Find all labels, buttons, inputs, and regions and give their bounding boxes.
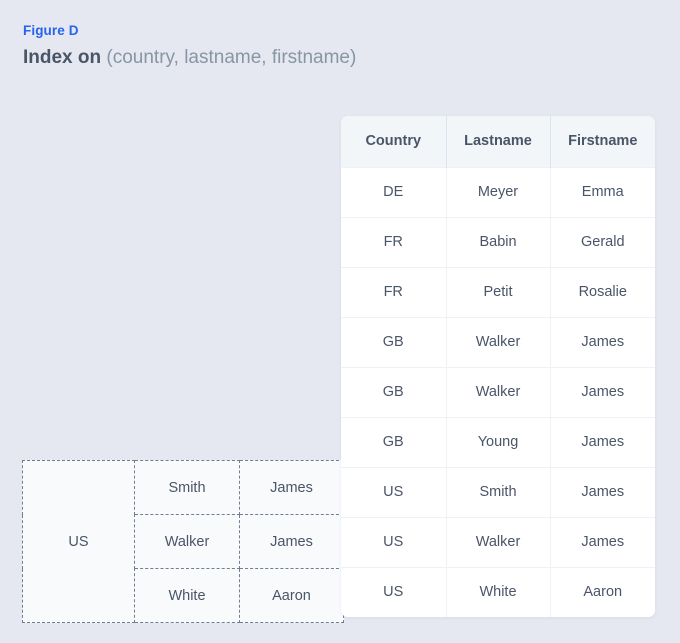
cell-lastname: Walker [446, 316, 551, 367]
cell-country: GB [341, 316, 447, 367]
table-row: FR Petit Rosalie [341, 266, 655, 317]
cell-country: GB [341, 416, 447, 467]
page-title-columns: (country, lastname, firstname) [106, 47, 357, 68]
cell-firstname: James [550, 466, 655, 517]
grouped-firstname-cell: James [239, 514, 344, 569]
cell-firstname: Gerald [550, 216, 655, 267]
cell-country: DE [341, 166, 447, 217]
table-row: GB Young James [341, 416, 655, 467]
page-title-strong: Index on [23, 47, 102, 68]
grouped-prefix-table: US Smith James Walker James White Aaron [22, 460, 344, 623]
column-header-lastname: Lastname [446, 116, 551, 167]
grouped-firstname-cell: James [239, 460, 344, 515]
grouped-lastname-cell: Smith [134, 460, 240, 515]
cell-lastname: White [446, 566, 551, 617]
cell-firstname: Aaron [550, 566, 655, 617]
cell-lastname: Meyer [446, 166, 551, 217]
grouped-country-cell: US [22, 460, 135, 623]
grouped-lastname-cell: Walker [134, 514, 240, 569]
figure-label: Figure D [23, 23, 79, 38]
cell-lastname: Petit [446, 266, 551, 317]
index-table-container: Country Lastname Firstname DE Meyer Emma… [341, 116, 655, 617]
cell-firstname: James [550, 516, 655, 567]
cell-firstname: Emma [550, 166, 655, 217]
cell-lastname: Smith [446, 466, 551, 517]
grouped-lastname-cell: White [134, 568, 240, 623]
table-row: US Smith James [341, 466, 655, 517]
table-header-row: Country Lastname Firstname [341, 116, 655, 167]
cell-country: FR [341, 266, 447, 317]
cell-country: GB [341, 366, 447, 417]
cell-country: US [341, 466, 447, 517]
cell-firstname: James [550, 316, 655, 367]
cell-firstname: James [550, 366, 655, 417]
column-header-firstname: Firstname [550, 116, 655, 167]
page-title: Index on (country, lastname, firstname) [23, 45, 356, 71]
table-row: US Smith James [22, 460, 344, 623]
table-row: GB Walker James [341, 316, 655, 367]
cell-lastname: Babin [446, 216, 551, 267]
cell-country: FR [341, 216, 447, 267]
index-table: Country Lastname Firstname DE Meyer Emma… [341, 116, 655, 617]
table-row: US White Aaron [341, 566, 655, 617]
cell-firstname: James [550, 416, 655, 467]
cell-lastname: Walker [446, 366, 551, 417]
table-row: GB Walker James [341, 366, 655, 417]
table-row: DE Meyer Emma [341, 166, 655, 217]
cell-lastname: Walker [446, 516, 551, 567]
table-row: US Walker James [341, 516, 655, 567]
cell-country: US [341, 516, 447, 567]
cell-lastname: Young [446, 416, 551, 467]
grouped-firstname-cell: Aaron [239, 568, 344, 623]
cell-firstname: Rosalie [550, 266, 655, 317]
column-header-country: Country [341, 116, 447, 167]
table-row: FR Babin Gerald [341, 216, 655, 267]
cell-country: US [341, 566, 447, 617]
